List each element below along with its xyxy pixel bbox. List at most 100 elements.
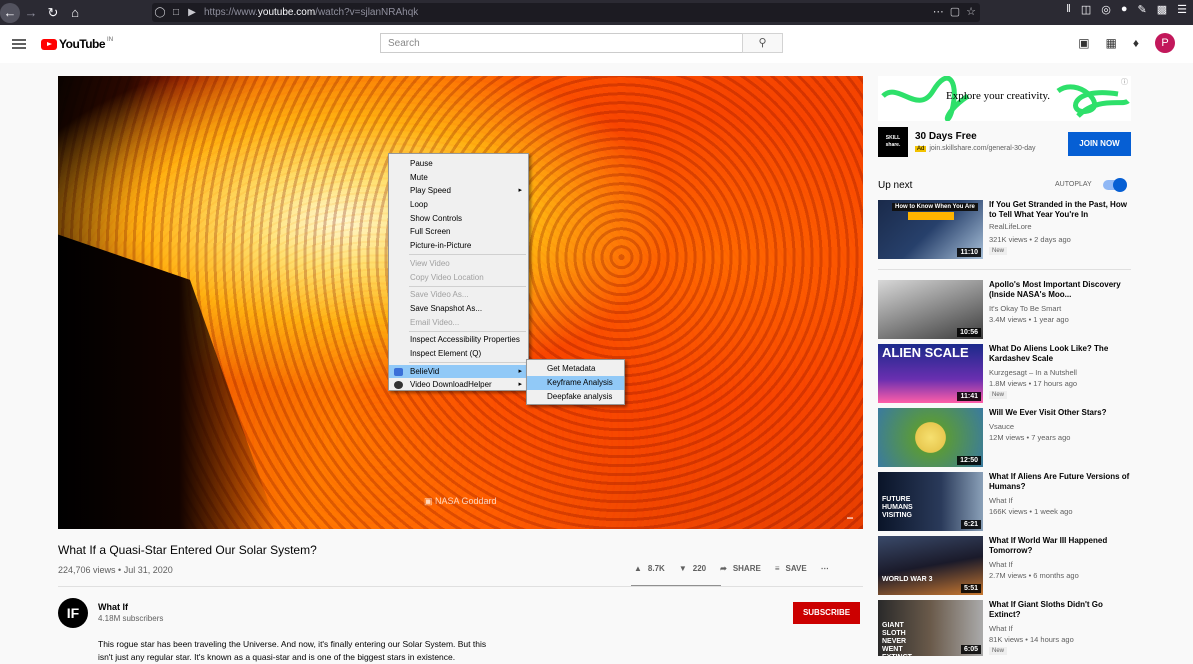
extension-icon[interactable]: ● [1121,3,1128,16]
search-input[interactable]: Search [380,33,743,53]
user-avatar[interactable]: P [1155,33,1175,53]
autoplay-toggle[interactable] [1103,178,1127,192]
rec-title[interactable]: Apollo's Most Important Discovery (Insid… [989,280,1131,300]
menu-item-view-video: View Video [410,258,450,268]
more-icon[interactable]: ⋯ [933,5,944,18]
video-thumbnail[interactable]: 12:50 [878,408,983,467]
video-title: What If a Quasi-Star Entered Our Solar S… [58,543,317,557]
sidebar-icon[interactable]: ◫ [1081,3,1091,16]
menu-item-inspect-accessibility[interactable]: Inspect Accessibility Properties [389,333,528,347]
chevron-right-icon: ▸ [518,367,522,375]
menu-item-video-downloadhelper[interactable]: Video DownloadHelper ▸ [389,378,528,392]
menu-item-mute[interactable]: Mute [389,171,528,185]
menu-item-pause[interactable]: Pause [389,157,528,171]
submenu-item-deepfake-analysis[interactable]: Deepfake analysis [527,390,624,404]
url-bar[interactable]: ◯ □ ▶ https://www.youtube.com/watch?v=sj… [152,3,980,22]
rec-channel: Vsauce [989,422,1015,431]
menu-item-believid[interactable]: BelieVid ▸ [389,364,528,379]
skillshare-logo[interactable]: SKILL share. [878,127,908,157]
rec-meta: 321K views • 2 days ago [989,235,1071,244]
duration-badge: 12:50 [957,456,981,465]
chevron-right-icon: ▸ [518,187,522,195]
subscribe-button[interactable]: SUBSCRIBE [793,602,860,624]
browser-toolbar: ← → ↻ ⌂ ◯ □ ▶ https://www.youtube.com/wa… [0,0,1193,25]
bookmark-star-icon[interactable]: ☆ [966,5,976,18]
downloadhelper-icon [394,381,403,390]
menu-item-play-speed[interactable]: Play Speed ▸ [389,184,528,198]
video-thumbnail[interactable]: ALIEN SCALE 11:41 [878,344,983,403]
rec-meta: 2.7M views • 6 months ago [989,571,1079,580]
home-icon[interactable]: ⌂ [64,2,86,24]
chevron-right-icon: ▸ [518,381,522,389]
hamburger-menu-icon[interactable] [12,39,26,49]
rec-title[interactable]: What If Giant Sloths Didn't Go Extinct? [989,600,1131,620]
menu-item-loop[interactable]: Loop [389,198,528,212]
new-badge: New [989,647,1008,655]
menu-separator [409,330,526,332]
menu-item-inspect-element[interactable]: Inspect Element (Q) [389,347,528,361]
save-icon[interactable]: ≡ [775,564,780,573]
duration-badge: 6:05 [960,645,981,654]
video-thumbnail[interactable]: How to Know When You Are 11:10 [878,200,983,259]
thumb-text: How to Know When You Are [892,203,978,211]
notifications-bell-icon[interactable]: ♦ [1133,36,1139,50]
rec-meta: 12M views • 7 years ago [989,433,1071,442]
ad-badge: Ad [915,146,927,152]
media-icon[interactable]: ▶ [184,7,200,18]
video-thumbnail[interactable]: FUTURE HUMANS VISITING 6:21 [878,472,983,531]
shield-icon[interactable]: ◯ [152,7,168,18]
pen-icon[interactable]: ✎ [1138,3,1147,16]
library-icon[interactable]: ‖ [1066,3,1071,16]
video-thumbnail[interactable]: WORLD WAR 3 5:51 [878,536,983,595]
menu-item-save-snapshot[interactable]: Save Snapshot As... [389,302,528,316]
menu-item-pip[interactable]: Picture-in-Picture [389,239,528,253]
youtube-logo[interactable]: YouTube IN [41,37,113,51]
lock-icon[interactable]: □ [168,7,184,18]
video-actions: ▲ 8.7K ▼ 220 ➦ SHARE ≡ SAVE ⋯ [634,564,835,573]
rec-title[interactable]: Will We Ever Visit Other Stars? [989,408,1131,418]
apps-icon[interactable]: ▦ [1106,36,1117,50]
rec-channel: It's Okay To Be Smart [989,304,1062,313]
menu-item-show-controls[interactable]: Show Controls [389,212,528,226]
submenu-item-keyframe-analysis[interactable]: Keyframe Analysis [527,376,624,390]
create-video-icon[interactable]: ▣ [1078,36,1089,50]
channel-name[interactable]: What If [98,602,128,612]
duration-badge: 11:10 [957,248,981,257]
ad-title[interactable]: 30 Days Free [915,131,977,142]
menu-icon[interactable]: ☰ [1177,3,1187,16]
menu-item-full-screen[interactable]: Full Screen [389,225,528,239]
rec-channel: What If [989,496,1013,505]
dislike-count[interactable]: 220 [693,564,706,573]
rec-title[interactable]: If You Get Stranded in the Past, How to … [989,200,1131,220]
share-icon[interactable]: ➦ [720,564,727,573]
sidebar-divider [878,269,1131,270]
channel-avatar[interactable]: IF [58,598,88,628]
like-count[interactable]: 8.7K [648,564,665,573]
share-button[interactable]: SHARE [733,564,761,573]
rec-title[interactable]: What If Aliens Are Future Versions of Hu… [989,472,1131,492]
submenu-item-get-metadata[interactable]: Get Metadata [527,362,624,376]
search-button[interactable]: ⚲ [742,33,783,53]
extension2-icon[interactable]: ▩ [1157,3,1167,16]
rec-meta: 1.8M views • 17 hours ago [989,379,1078,388]
more-actions-icon[interactable]: ⋯ [821,564,829,573]
thumb-banner [908,212,954,220]
video-credit: ▣ NASA Goddard [424,496,497,506]
rec-title[interactable]: What If World War III Happened Tomorrow? [989,536,1131,556]
rec-title[interactable]: What Do Aliens Look Like? The Kardashev … [989,344,1131,364]
video-thumbnail[interactable]: GIANT SLOTH NEVER WENT EXTINCT 6:05 [878,600,983,656]
ad-info-icon[interactable]: ⓘ [1121,77,1128,87]
pocket-icon[interactable]: ▢ [950,5,960,18]
account-icon[interactable]: ◎ [1101,3,1111,16]
like-icon[interactable]: ▲ [634,564,642,573]
save-button[interactable]: SAVE [786,564,807,573]
reload-icon[interactable]: ↻ [42,2,64,24]
thumb-text: FUTURE HUMANS VISITING [882,496,913,519]
youtube-play-icon [41,38,57,50]
dislike-icon[interactable]: ▼ [679,564,687,573]
ad-banner[interactable]: Explore your creativity. ⓘ [878,76,1131,121]
join-now-button[interactable]: JOIN NOW [1068,132,1131,156]
back-icon[interactable]: ← [0,2,20,23]
forward-icon[interactable]: → [20,2,42,24]
video-thumbnail[interactable]: 10:56 [878,280,983,339]
